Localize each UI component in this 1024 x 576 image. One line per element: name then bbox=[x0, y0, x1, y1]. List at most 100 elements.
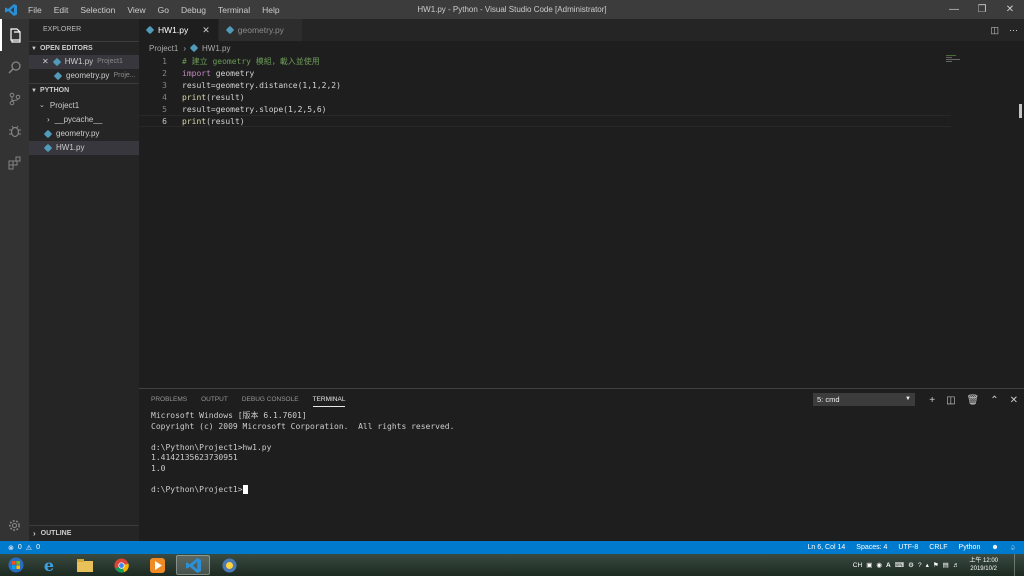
chrome-icon[interactable] bbox=[104, 555, 138, 575]
cursor-position[interactable]: Ln 6, Col 14 bbox=[808, 544, 846, 551]
split-terminal-icon[interactable]: ◫ bbox=[946, 395, 955, 406]
folder-item[interactable]: › __pycache__ bbox=[29, 113, 139, 127]
ime-letter-icon[interactable]: A bbox=[886, 562, 891, 569]
system-tray: CH ▣ ◉ A ⌨ ⚙ ? ▴ ⚑ ▤ ♬ 上午 12:00 2019/10/… bbox=[853, 554, 998, 576]
extensions-icon[interactable] bbox=[0, 147, 29, 179]
python-file-icon bbox=[145, 25, 155, 35]
network-icon[interactable]: ▤ bbox=[943, 561, 949, 569]
gear-icon[interactable] bbox=[0, 509, 29, 541]
bottom-panel: PROBLEMS OUTPUT DEBUG CONSOLE TERMINAL 5… bbox=[139, 388, 1024, 541]
settings-tray-icon[interactable]: ⚙ bbox=[908, 561, 914, 569]
terminal-line: Microsoft Windows [版本 6.1.7601] bbox=[151, 411, 307, 420]
menu-help[interactable]: Help bbox=[256, 5, 285, 15]
menu-bar: File Edit Selection View Go Debug Termin… bbox=[22, 0, 286, 19]
tab-problems[interactable]: PROBLEMS bbox=[151, 389, 187, 411]
menu-edit[interactable]: Edit bbox=[48, 5, 75, 15]
chevron-up-icon[interactable]: ⌃ bbox=[990, 395, 998, 406]
terminal-line: 1.4142135623730951 bbox=[151, 453, 238, 463]
folder-item[interactable]: ⌄ Project1 bbox=[29, 99, 139, 113]
chevron-down-icon: ▼ bbox=[31, 87, 37, 94]
chevron-right-icon: › bbox=[33, 529, 36, 538]
split-editor-icon[interactable]: ◫ bbox=[990, 25, 999, 36]
open-editors-header[interactable]: ▼ OPEN EDITORS bbox=[29, 41, 139, 55]
close-icon[interactable]: ✕ bbox=[42, 55, 49, 69]
close-window-icon[interactable]: ✕ bbox=[996, 0, 1024, 19]
menu-selection[interactable]: Selection bbox=[74, 5, 121, 15]
minimap[interactable] bbox=[946, 55, 964, 65]
window-controls: — ❐ ✕ bbox=[940, 0, 1024, 19]
title-bar: File Edit Selection View Go Debug Termin… bbox=[0, 0, 1024, 19]
input-language[interactable]: CH bbox=[853, 562, 862, 569]
restore-icon[interactable]: ❐ bbox=[968, 0, 996, 19]
encoding[interactable]: UTF-8 bbox=[898, 544, 918, 551]
terminal-output[interactable]: Microsoft Windows [版本 6.1.7601] Copyright… bbox=[151, 411, 454, 496]
chevron-right-icon: › bbox=[47, 115, 50, 124]
menu-go[interactable]: Go bbox=[152, 5, 175, 15]
menu-view[interactable]: View bbox=[121, 5, 151, 15]
editor-actions: ◫ ⋯ bbox=[990, 19, 1018, 41]
explorer-icon[interactable] bbox=[0, 19, 29, 51]
add-terminal-icon[interactable]: + bbox=[929, 395, 935, 406]
open-editor-item[interactable]: geometry.py Proje... bbox=[29, 69, 139, 83]
ime-mode-icon[interactable]: ◉ bbox=[876, 561, 882, 569]
clock-date: 2019/10/2 bbox=[970, 566, 997, 572]
bell-icon[interactable]: ♤ bbox=[1010, 544, 1016, 552]
tab-debug-console[interactable]: DEBUG CONSOLE bbox=[242, 389, 299, 411]
workspace-header[interactable]: ▼ PYTHON bbox=[29, 83, 139, 97]
file-explorer-icon[interactable] bbox=[68, 555, 102, 575]
volume-icon[interactable]: ♬ bbox=[953, 562, 960, 569]
tray-expand-icon[interactable]: ▴ bbox=[926, 561, 929, 569]
open-editor-item[interactable]: ✕ HW1.py Project1 bbox=[29, 55, 139, 69]
language-mode[interactable]: Python bbox=[959, 544, 981, 551]
tab-output[interactable]: OUTPUT bbox=[201, 389, 228, 411]
flag-icon[interactable]: ⚑ bbox=[933, 561, 939, 569]
menu-debug[interactable]: Debug bbox=[175, 5, 212, 15]
close-panel-icon[interactable]: ✕ bbox=[1010, 395, 1018, 406]
python-taskbar-icon[interactable] bbox=[212, 555, 246, 575]
line-ending[interactable]: CRLF bbox=[929, 544, 947, 551]
minimize-icon[interactable]: — bbox=[940, 0, 968, 19]
clock[interactable]: 上午 12:00 2019/10/2 bbox=[969, 557, 998, 573]
keyboard-icon[interactable]: ⌨ bbox=[895, 561, 904, 569]
problems-indicator[interactable]: ⊗ 0 ⚠ 0 bbox=[0, 544, 40, 552]
file-item[interactable]: HW1.py bbox=[29, 141, 139, 155]
help-tray-icon[interactable]: ? bbox=[918, 562, 922, 569]
tab-hw1[interactable]: HW1.py ✕ bbox=[139, 19, 219, 41]
trash-icon[interactable]: 🗑 bbox=[967, 395, 980, 406]
search-icon[interactable] bbox=[0, 51, 29, 83]
media-player-icon[interactable] bbox=[140, 555, 174, 575]
warning-icon: ⚠ bbox=[25, 544, 33, 552]
show-desktop-button[interactable] bbox=[1014, 554, 1024, 576]
terminal-line: 1.0 bbox=[151, 463, 166, 473]
panel-actions: + ◫ 🗑 ⌃ ✕ bbox=[929, 393, 1018, 407]
breadcrumb: Project1 › HW1.py bbox=[149, 42, 230, 54]
smiley-icon[interactable]: ☻ bbox=[991, 544, 998, 551]
source-control-icon[interactable] bbox=[0, 83, 29, 115]
start-button-icon[interactable] bbox=[2, 555, 30, 575]
internet-explorer-icon[interactable]: e bbox=[32, 555, 66, 575]
menu-terminal[interactable]: Terminal bbox=[212, 5, 256, 15]
python-file-icon bbox=[43, 143, 53, 153]
file-item[interactable]: geometry.py bbox=[29, 127, 139, 141]
terminal-select[interactable]: 5: cmd ▼ bbox=[813, 393, 915, 406]
vscode-taskbar-icon[interactable] bbox=[176, 555, 210, 575]
menu-file[interactable]: File bbox=[22, 5, 48, 15]
ime-icon[interactable]: ▣ bbox=[866, 561, 872, 569]
code-editor[interactable]: 1 # 建立 geometry 模組，載入並使用 2 import geomet… bbox=[139, 54, 1024, 388]
debug-icon[interactable] bbox=[0, 115, 29, 147]
tab-terminal[interactable]: TERMINAL bbox=[312, 393, 346, 407]
error-icon: ⊗ bbox=[8, 544, 14, 552]
outline-header[interactable]: › OUTLINE bbox=[29, 525, 139, 541]
code-line: 4 print(result) bbox=[162, 92, 245, 102]
chevron-down-icon: ▼ bbox=[905, 396, 911, 402]
indentation[interactable]: Spaces: 4 bbox=[856, 544, 887, 551]
scrollbar-thumb[interactable] bbox=[1019, 104, 1022, 118]
breadcrumb-file[interactable]: HW1.py bbox=[202, 44, 230, 53]
terminal-line: ​ bbox=[151, 432, 454, 443]
close-icon[interactable]: ✕ bbox=[202, 25, 210, 36]
more-actions-icon[interactable]: ⋯ bbox=[1009, 25, 1018, 36]
tab-geometry[interactable]: geometry.py bbox=[218, 19, 303, 41]
explorer-sidebar: EXPLORER ▼ OPEN EDITORS ✕ HW1.py Project… bbox=[29, 19, 139, 541]
breadcrumb-folder[interactable]: Project1 bbox=[149, 44, 178, 53]
terminal-line: ​ bbox=[151, 475, 454, 486]
